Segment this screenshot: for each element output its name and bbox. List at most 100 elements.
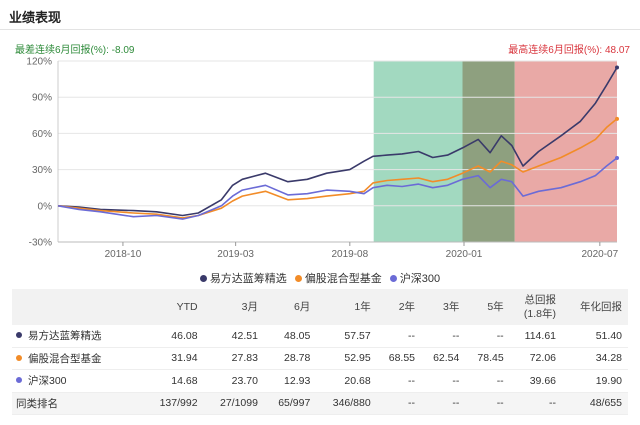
series-marker [16,354,22,361]
fund-row: 沪深300 14.68 23.70 12.93 20.68 -- -- -- 39.66 19.9… [12,369,628,393]
table-cell: 34.28 [562,347,628,370]
table-cell: 72.06 [509,347,562,370]
table-cell: 12.93 [263,369,317,393]
legend-item[interactable]: 易方达蓝筹精选 [199,270,287,286]
y-tick-label: 120% [26,57,52,68]
total-return-period: (1.8年) [523,308,556,320]
rank-row: 同类排名 137/992 27/1099 65/997 346/880 -- -- -- -- 4… [12,392,628,415]
y-tick-label: 90% [32,93,52,104]
legend-marker [294,274,302,282]
table-cell: -- [465,392,510,415]
table-cell: 48/655 [562,392,628,415]
legend-item[interactable]: 沪深300 [389,270,441,286]
table-cell: -- [509,392,562,415]
column-header-label: 5年 [487,301,504,313]
x-tick-label: 2019-03 [217,249,254,260]
column-header-label: 年化回报 [580,301,622,313]
column-header: 3月 [203,289,264,325]
section-title: 业绩表现 [9,10,62,25]
row-label: 沪深300 [12,369,144,393]
chart-legend: 易方达蓝筹精选 偏股混合型基金 沪深300 [0,270,640,286]
row-name: 沪深300 [28,375,67,388]
x-tick-label: 2020-07 [581,249,618,260]
table-cell: 48.05 [263,325,317,348]
table-cell: 114.61 [509,325,562,348]
table-cell: -- [421,325,466,348]
column-header: 3年 [421,289,466,325]
table-cell: 23.70 [203,369,264,393]
table-cell: 42.51 [203,325,264,348]
table-cell: 27.83 [203,347,264,370]
table-cell: -- [376,369,422,393]
y-tick-label: 0% [38,201,53,212]
row-label: 易方达蓝筹精选 [12,325,144,348]
table-cell: 137/992 [143,392,204,415]
table-cell: 28.78 [263,347,317,370]
column-header: 2年 [376,289,422,325]
table-cell: 52.95 [316,347,377,370]
section-header: 业绩表现 [0,0,640,30]
column-header-label: 3月 [241,301,258,313]
series-marker [16,377,22,384]
table-cell: 27/1099 [203,392,264,415]
column-header [12,289,144,325]
column-header: 年化回报 [562,289,628,325]
table-cell: 46.08 [143,325,204,348]
column-header-label: 3年 [443,301,460,313]
table-cell: 65/997 [263,392,317,415]
row-name: 偏股混合型基金 [28,352,102,365]
column-header: 总回报 (1.8年) [509,289,562,325]
y-tick-label: 30% [32,165,52,176]
legend-label: 沪深300 [399,273,441,285]
table-cell: -- [421,392,466,415]
series-end-point-1 [615,116,619,121]
x-tick-label: 2020-01 [446,249,483,260]
column-header: 5年 [465,289,510,325]
fund-row: 偏股混合型基金 31.94 27.83 28.78 52.95 68.55 62.54 78.… [12,347,628,370]
legend-item[interactable]: 偏股混合型基金 [294,270,382,286]
row-label: 偏股混合型基金 [12,347,144,370]
table-cell: 19.90 [562,369,628,393]
y-tick-label: -30% [29,238,52,249]
column-header: 6月 [263,289,317,325]
column-header-label: 1年 [354,301,371,313]
legend-marker [199,274,207,282]
table-cell: 62.54 [421,347,466,370]
row-label: 同类排名 [12,392,144,415]
table-body: 易方达蓝筹精选 46.08 42.51 48.05 57.57 -- -- -- 114.61 5… [12,325,628,415]
column-header-label: 2年 [398,301,416,313]
table-cell: 346/880 [316,392,377,415]
series-end-point-0 [615,65,619,70]
performance-table: YTD 3月 6月 1年 2年 3年 5年 总回报 (1.8年) 年化回报 易方达蓝筹精选 46.0… [12,289,628,415]
row-name: 易方达蓝筹精选 [28,330,102,343]
column-header-label: YTD [176,301,198,313]
table-cell: 68.55 [376,347,422,370]
column-header-label: 总回报 [524,294,557,306]
series-end-point-2 [615,155,619,160]
header-divider [0,29,640,30]
table-header-row: YTD 3月 6月 1年 2年 3年 5年 总回报 (1.8年) 年化回报 [12,289,628,325]
table-cell: 57.57 [316,325,377,348]
row-name: 同类排名 [16,397,58,410]
x-tick-label: 2019-08 [331,249,368,260]
table-cell: 78.45 [465,347,510,370]
table-cell: 31.94 [143,347,204,370]
table-cell: -- [421,369,466,393]
x-tick-label: 2018-10 [105,249,142,260]
legend-marker [389,274,397,282]
table-cell: 51.40 [562,325,628,348]
y-tick-label: 60% [32,129,52,140]
legend-label: 易方达蓝筹精选 [209,273,287,285]
column-header: 1年 [316,289,377,325]
column-header-label: 6月 [293,301,311,313]
column-header: YTD [143,289,204,325]
table-cell: 14.68 [143,369,204,393]
performance-line-chart: -30% 0% 30% 60% 90% 120% 2018-10 2019-03 2019-08… [26,57,619,260]
series-marker [16,332,22,339]
table-cell: 39.66 [509,369,562,393]
table-cell: -- [465,325,510,348]
table-cell: -- [465,369,510,393]
table-cell: -- [376,325,422,348]
table-cell: 20.68 [316,369,377,393]
shaded-region-2 [514,61,617,242]
